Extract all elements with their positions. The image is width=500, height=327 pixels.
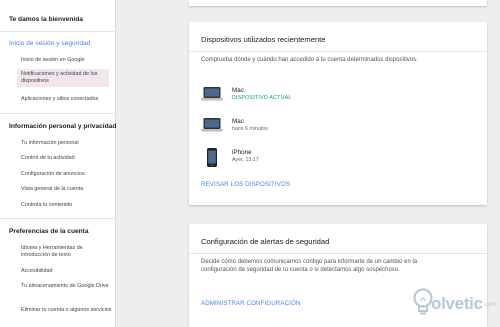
sidebar-item-language-tools[interactable]: Idioma y Herramientas de introducción de… <box>21 245 113 259</box>
sidebar-divider <box>0 113 116 114</box>
device-last-seen: hace 6 minutos <box>232 126 268 132</box>
sidebar-item-delete-account[interactable]: Eliminar tu cuenta o algunos servicios <box>21 307 113 314</box>
device-last-seen: Ayer, 13:17 <box>232 157 259 163</box>
laptop-icon <box>201 117 223 138</box>
solvetic-watermark: olvetic .com <box>408 282 500 327</box>
manage-settings-link[interactable]: ADMINISTRAR CONFIGURACIÓN <box>201 300 300 307</box>
device-name: iPhone <box>232 149 252 156</box>
sidebar-item-control-content[interactable]: Controla tu contenido <box>21 202 113 209</box>
device-name: Mac <box>232 118 244 125</box>
card-divider <box>189 51 487 52</box>
sidebar-item-drive-storage[interactable]: Tu almacenamiento de Google Drive <box>21 283 113 290</box>
sidebar-welcome[interactable]: Te damos la bienvenida <box>9 16 83 23</box>
sidebar-heading-privacy[interactable]: Información personal y privacidad <box>9 123 116 130</box>
sidebar-item-account-overview[interactable]: Vista general de la cuenta <box>21 186 113 193</box>
card-title: Configuración de alertas de seguridad <box>201 237 330 246</box>
sidebar-heading-security[interactable]: Inicio de sesión y seguridad <box>9 40 90 47</box>
sidebar-item-device-activity[interactable]: Notificaciones y actividad de los dispos… <box>17 69 109 88</box>
recent-devices-card: Dispositivos utilizados recientemente Co… <box>189 22 487 205</box>
device-row[interactable]: Mac DISPOSITIVO ACTUAL <box>201 86 401 108</box>
sidebar-item-accessibility[interactable]: Accesibilidad <box>21 268 113 275</box>
sidebar-item-personal-info[interactable]: Tu información personal <box>21 140 113 147</box>
sidebar: Te damos la bienvenida Inicio de sesión … <box>0 0 116 327</box>
review-devices-link[interactable]: REVISAR LOS DISPOSITIVOS <box>201 181 290 188</box>
laptop-icon <box>201 86 223 107</box>
sidebar-item-activity-control[interactable]: Control de tu actividad <box>21 155 113 162</box>
card-description: Comprueba dónde y cuándo han accedido a … <box>201 57 418 63</box>
watermark-suffix: .com <box>483 302 497 308</box>
sidebar-item-google-signin[interactable]: Inicio de sesión en Google <box>21 57 113 64</box>
device-name: Mac <box>232 87 244 94</box>
device-row[interactable]: Mac hace 6 minutos <box>201 117 401 139</box>
device-row[interactable]: iPhone Ayer, 13:17 <box>201 148 401 170</box>
card-description: Decide cómo debemos comunicarnos contigo… <box>201 259 418 273</box>
card-divider <box>189 253 487 254</box>
device-status: DISPOSITIVO ACTUAL <box>232 95 292 101</box>
card-title: Dispositivos utilizados recientemente <box>201 35 326 44</box>
sidebar-heading-preferences[interactable]: Preferencias de la cuenta <box>9 228 89 235</box>
sidebar-item-connected-apps[interactable]: Aplicaciones y sitios conectados <box>21 96 113 103</box>
watermark-text: olvetic <box>431 294 483 313</box>
sidebar-divider <box>0 31 116 32</box>
sidebar-item-ad-settings[interactable]: Configuración de anuncios <box>21 171 113 178</box>
sidebar-divider <box>0 218 116 219</box>
phone-icon <box>201 148 223 173</box>
previous-card-bottom <box>189 0 487 6</box>
